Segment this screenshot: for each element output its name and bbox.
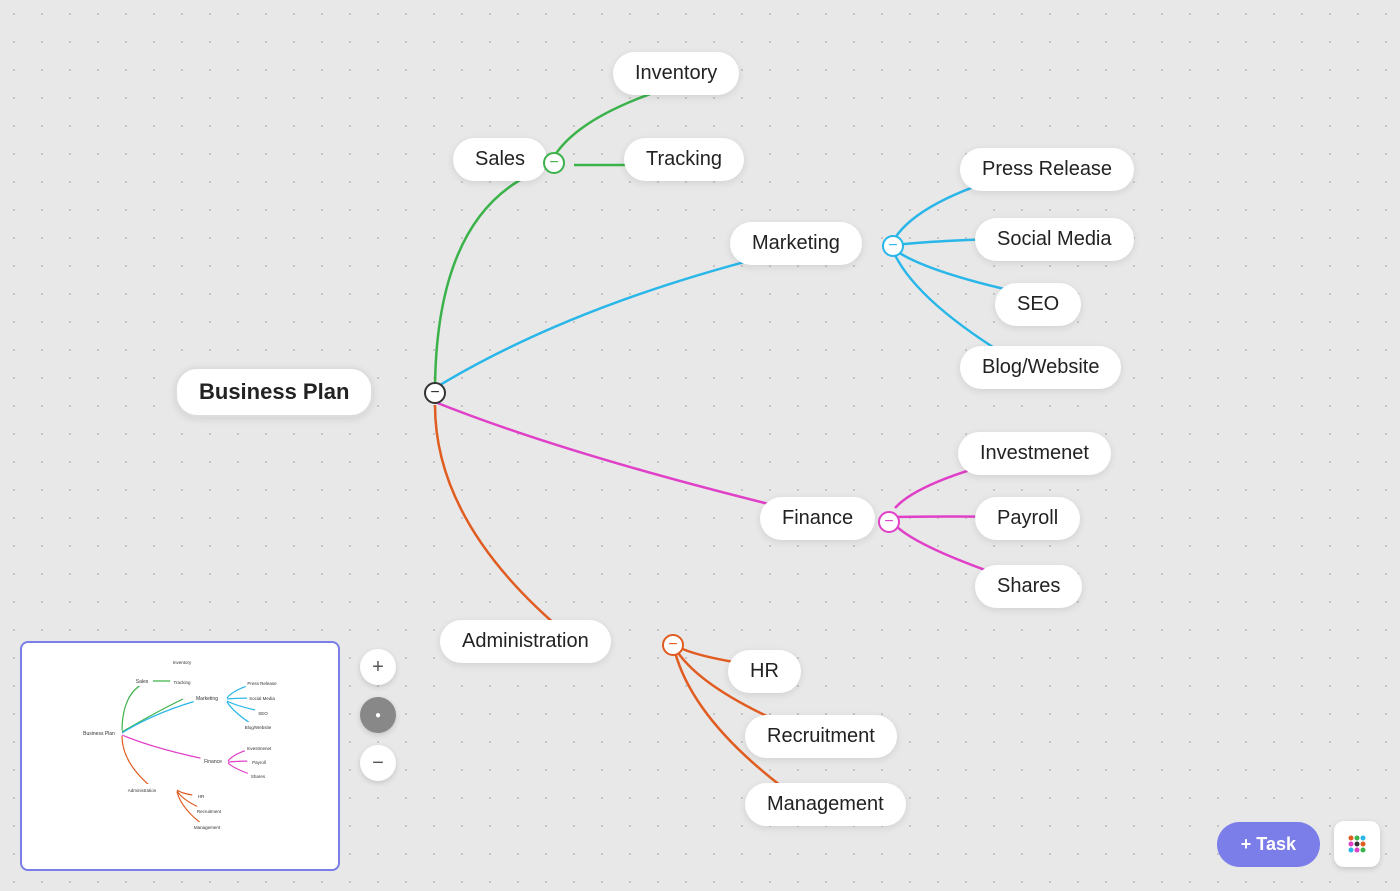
grid-view-button[interactable] — [1334, 821, 1380, 867]
svg-text:Payroll: Payroll — [252, 760, 266, 765]
finance-collapse[interactable] — [878, 511, 900, 533]
management-node[interactable]: Management — [745, 783, 906, 826]
sales-collapse[interactable] — [543, 152, 565, 174]
svg-text:Finance: Finance — [204, 759, 222, 765]
seo-node[interactable]: SEO — [995, 283, 1081, 326]
grid-icon — [1346, 833, 1368, 855]
tracking-node[interactable]: Tracking — [624, 138, 744, 181]
svg-text:Shares: Shares — [251, 774, 266, 779]
add-task-button[interactable]: + Task — [1217, 822, 1320, 867]
blog-website-node[interactable]: Blog/Website — [960, 346, 1121, 389]
svg-text:Press Release: Press Release — [247, 681, 277, 686]
shares-node[interactable]: Shares — [975, 565, 1082, 608]
business-plan-node[interactable]: Business Plan — [175, 367, 373, 417]
marketing-node[interactable]: Marketing — [730, 222, 862, 265]
social-media-node[interactable]: Social Media — [975, 218, 1134, 261]
svg-text:Recruitment: Recruitment — [197, 809, 222, 814]
hr-node[interactable]: HR — [728, 650, 801, 693]
administration-node[interactable]: Administration — [440, 620, 611, 663]
svg-text:HR: HR — [198, 794, 205, 799]
svg-text:Sales: Sales — [136, 679, 149, 685]
zoom-controls: + ● − — [360, 649, 396, 781]
svg-text:Marketing: Marketing — [196, 696, 218, 702]
svg-text:Management: Management — [194, 825, 221, 830]
zoom-out-button[interactable]: − — [360, 745, 396, 781]
press-release-node[interactable]: Press Release — [960, 148, 1134, 191]
administration-collapse[interactable] — [662, 634, 684, 656]
inventory-node[interactable]: Inventory — [613, 52, 739, 95]
finance-node[interactable]: Finance — [760, 497, 875, 540]
svg-text:Investmenet: Investmenet — [247, 746, 272, 751]
investmenet-node[interactable]: Investmenet — [958, 432, 1111, 475]
svg-text:SEO: SEO — [258, 711, 268, 716]
sales-node[interactable]: Sales — [453, 138, 547, 181]
svg-text:Blog/Website: Blog/Website — [245, 725, 272, 730]
zoom-in-button[interactable]: + — [360, 649, 396, 685]
svg-text:Inventory: Inventory — [173, 660, 192, 665]
recenter-button[interactable]: ● — [360, 697, 396, 733]
payroll-node[interactable]: Payroll — [975, 497, 1080, 540]
recruitment-node[interactable]: Recruitment — [745, 715, 897, 758]
minimap: Business Plan Sales Inventory Tracking M… — [20, 641, 340, 871]
marketing-collapse[interactable] — [882, 235, 904, 257]
svg-text:Administration: Administration — [128, 788, 157, 793]
svg-text:Tracking: Tracking — [173, 680, 191, 685]
svg-text:Social Media: Social Media — [249, 696, 275, 701]
svg-text:Business Plan: Business Plan — [83, 731, 115, 737]
business-plan-collapse[interactable] — [424, 382, 446, 404]
